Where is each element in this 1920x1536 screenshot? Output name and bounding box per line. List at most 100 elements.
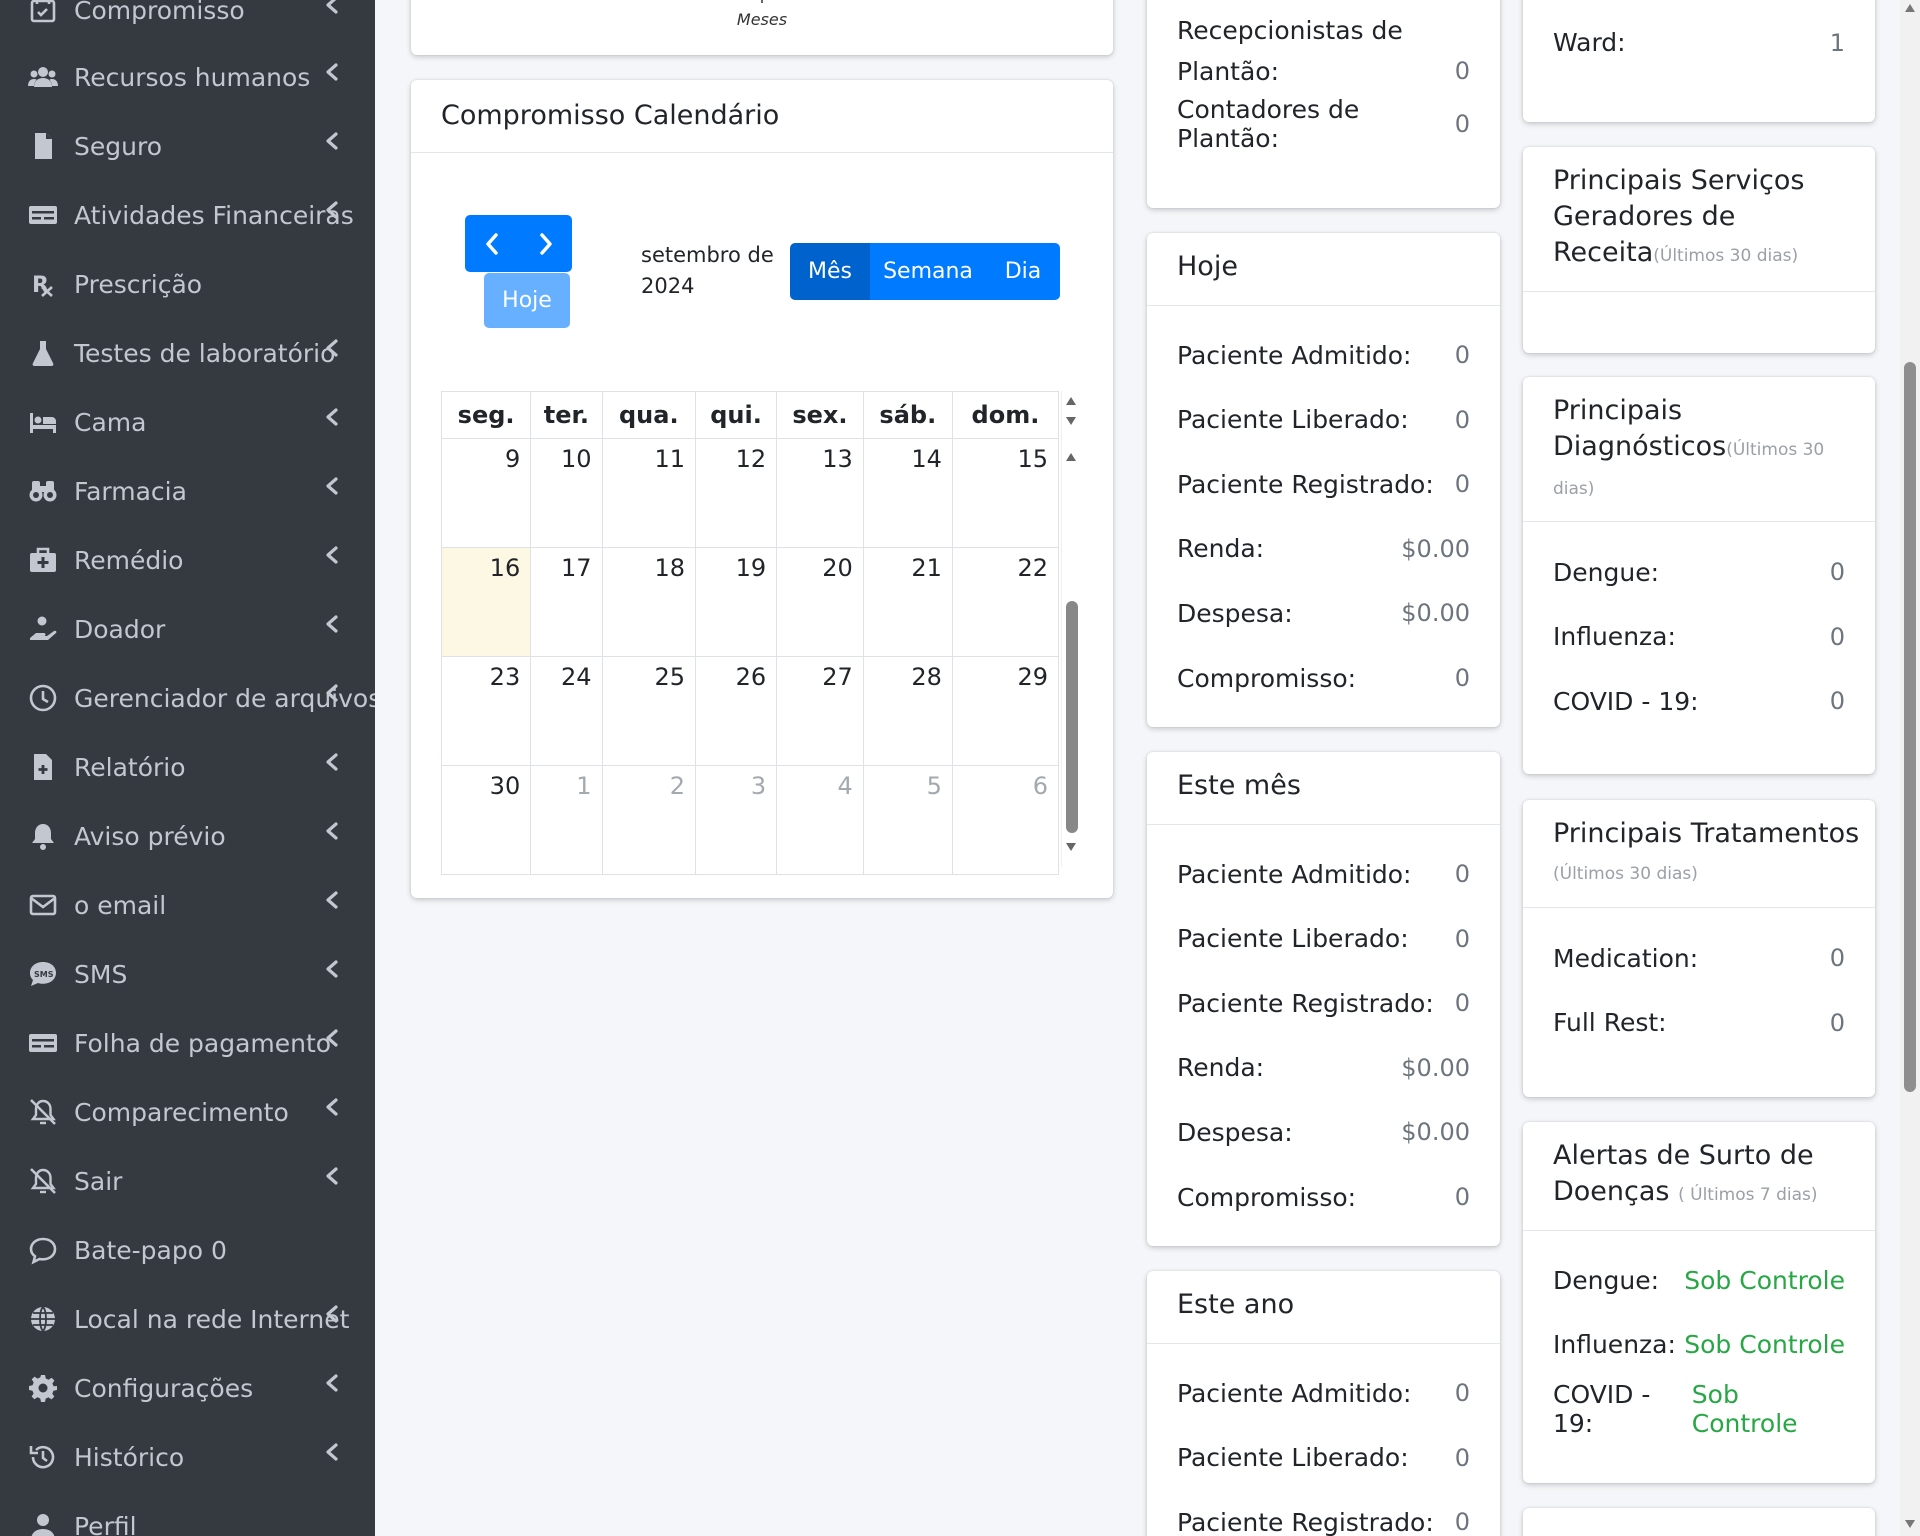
sidebar-item-histórico[interactable]: Histórico xyxy=(0,1427,375,1487)
stat-row: Medication: 0 xyxy=(1553,941,1845,975)
scroll-down-icon[interactable] xyxy=(1905,1520,1915,1528)
scroll-up-icon[interactable] xyxy=(1905,4,1915,12)
scroll-thumb[interactable] xyxy=(1066,601,1078,833)
chevron-left-icon xyxy=(324,611,340,633)
year-card-title: Este ano xyxy=(1177,1289,1295,1320)
calendar-scrollbar[interactable] xyxy=(1061,391,1079,867)
view-month-button[interactable]: Mês xyxy=(790,243,870,300)
sidebar-item-atividades-financeiras[interactable]: Atividades Financeiras xyxy=(0,185,375,245)
calendar-day-cell[interactable]: 28 xyxy=(862,656,953,766)
sidebar-item-label: Comparecimento xyxy=(74,1097,289,1127)
calendar-day-cell[interactable]: 23 xyxy=(440,656,532,766)
scroll-down-icon[interactable] xyxy=(1066,843,1076,851)
calendar-day-cell[interactable]: 14 xyxy=(862,438,953,548)
today-button[interactable]: Hoje xyxy=(484,273,570,328)
sidebar-item-remédio[interactable]: Remédio xyxy=(0,530,375,590)
sidebar-item-o-email[interactable]: o email xyxy=(0,875,375,935)
calendar-week-row: 9 10 11 12 13 14 15 xyxy=(440,438,1060,548)
sidebar-item-configurações[interactable]: Configurações xyxy=(0,1358,375,1418)
sidebar-item-doador[interactable]: Doador xyxy=(0,599,375,659)
calendar-day-cell[interactable]: 16 xyxy=(440,547,532,657)
sidebar-item-seguro[interactable]: Seguro xyxy=(0,116,375,176)
sidebar-item-compromisso[interactable]: Compromisso xyxy=(0,0,375,40)
stat-row: Compromisso: 0 xyxy=(1177,661,1470,695)
calendar-day-cell[interactable]: 5 xyxy=(862,765,953,875)
card-divider xyxy=(1523,907,1875,908)
user-icon xyxy=(26,1509,60,1536)
sidebar-item-gerenciador-de-arquivos[interactable]: Gerenciador de arquivos xyxy=(0,668,375,728)
sidebar-item-label: Cama xyxy=(74,407,147,437)
calendar-day-cell[interactable]: 2 xyxy=(601,765,697,875)
row-label: Paciente Admitido: xyxy=(1177,859,1412,889)
calendar-day-cell[interactable]: 13 xyxy=(776,438,864,548)
calendar-day-cell[interactable]: 20 xyxy=(776,547,864,657)
page-scrollbar[interactable] xyxy=(1900,0,1920,1536)
chevron-left-icon xyxy=(324,197,340,219)
sidebar-item-farmacia[interactable]: Farmacia xyxy=(0,461,375,521)
sidebar-item-perfil[interactable]: Perfil xyxy=(0,1496,375,1536)
sidebar-item-relatório[interactable]: Relatório xyxy=(0,737,375,797)
card-subtitle: ( Últimos 7 dias) xyxy=(1678,1185,1818,1205)
sidebar-item-bate-papo-0[interactable]: Bate-papo 0 xyxy=(0,1220,375,1280)
scroll-thumb[interactable] xyxy=(1904,362,1916,1092)
view-day-button[interactable]: Dia xyxy=(986,243,1060,300)
sidebar-item-label: Remédio xyxy=(74,545,184,575)
sidebar-item-label: Atividades Financeiras xyxy=(74,200,354,230)
sidebar-item-comparecimento[interactable]: Comparecimento xyxy=(0,1082,375,1142)
calendar-day-cell[interactable]: 15 xyxy=(951,438,1060,548)
chevron-left-icon xyxy=(324,1025,340,1047)
bell-slash-icon xyxy=(26,1164,60,1198)
scroll-up-icon[interactable] xyxy=(1066,397,1076,405)
sidebar-item-aviso-prévio[interactable]: Aviso prévio xyxy=(0,806,375,866)
sidebar-item-prescrição[interactable]: R Prescrição xyxy=(0,254,375,314)
calendar-day-cell[interactable]: 27 xyxy=(776,656,864,766)
row-value: 0 xyxy=(1454,110,1470,138)
card-subtitle: (Últimos 30 dias) xyxy=(1553,864,1698,884)
next-month-button[interactable] xyxy=(519,215,572,272)
calendar-day-cell[interactable]: 9 xyxy=(440,438,532,548)
calendar-day-cell[interactable]: 24 xyxy=(530,656,603,766)
scroll-up-icon[interactable] xyxy=(1066,453,1076,461)
chevron-left-icon xyxy=(324,887,340,909)
calendar-day-cell[interactable]: 29 xyxy=(951,656,1060,766)
calendar-day-cell[interactable]: 12 xyxy=(694,438,778,548)
stat-row: Full Rest: 0 xyxy=(1553,1006,1845,1040)
status-badge: Sob Controle xyxy=(1691,1380,1798,1439)
calendar-day-cell[interactable]: 26 xyxy=(694,656,778,766)
row-value: 0 xyxy=(1454,1443,1470,1472)
row-value: 1 xyxy=(1829,28,1845,57)
sidebar-item-cama[interactable]: Cama xyxy=(0,392,375,452)
scroll-down-icon[interactable] xyxy=(1066,417,1076,425)
calendar-day-cell[interactable]: 4 xyxy=(776,765,864,875)
calendar-day-cell[interactable]: 25 xyxy=(601,656,697,766)
card-subtitle: (Últimos 30 dias) xyxy=(1653,246,1799,266)
calendar-day-cell[interactable]: 21 xyxy=(862,547,953,657)
calendar-day-cell[interactable]: 6 xyxy=(951,765,1060,875)
comment-icon xyxy=(26,1233,60,1267)
envelope-icon xyxy=(26,888,60,922)
calendar-day-cell[interactable]: 11 xyxy=(601,438,697,548)
prev-month-button[interactable] xyxy=(465,215,518,272)
sidebar-item-recursos-humanos[interactable]: Recursos humanos xyxy=(0,47,375,107)
view-week-button[interactable]: Semana xyxy=(870,243,986,300)
calendar-day-cell[interactable]: 22 xyxy=(951,547,1060,657)
sidebar-item-sms[interactable]: SMS SMS xyxy=(0,944,375,1004)
sidebar-item-local-na-rede-internet[interactable]: Local na rede Internet xyxy=(0,1289,375,1349)
sidebar-item-testes-de-laboratório[interactable]: Testes de laboratório xyxy=(0,323,375,383)
hand-holding-icon xyxy=(26,612,60,646)
row-value: 0 xyxy=(1829,1008,1845,1037)
row-value: 0 xyxy=(1454,470,1470,499)
calendar-day-cell[interactable]: 19 xyxy=(694,547,778,657)
card-title-text: Principais Diagnósticos xyxy=(1553,395,1727,462)
calendar-day-cell[interactable]: 1 xyxy=(530,765,603,875)
calendar-day-cell[interactable]: 17 xyxy=(530,547,603,657)
calendar-day-cell[interactable]: 18 xyxy=(601,547,697,657)
calendar-day-cell[interactable]: 3 xyxy=(694,765,778,875)
sidebar-item-sair[interactable]: Sair xyxy=(0,1151,375,1211)
sidebar-item-label: Testes de laboratório xyxy=(74,338,336,368)
users-icon xyxy=(26,60,60,94)
calendar-day-cell[interactable]: 30 xyxy=(440,765,532,875)
calendar-day-cell[interactable]: 10 xyxy=(530,438,603,548)
row-label: Renda: xyxy=(1177,534,1265,564)
sidebar-item-folha-de-pagamento[interactable]: Folha de pagamento xyxy=(0,1013,375,1073)
